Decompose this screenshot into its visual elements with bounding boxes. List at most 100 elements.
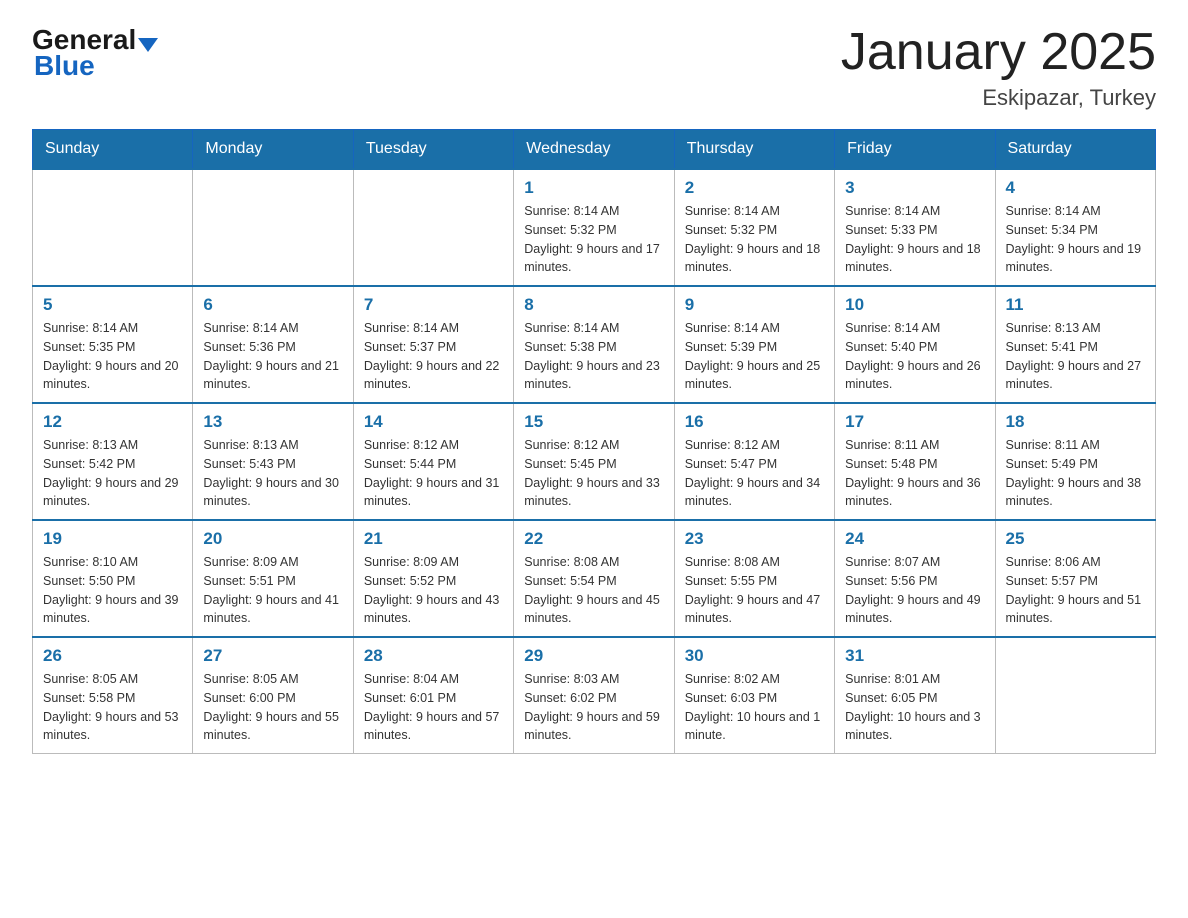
day-info: Sunrise: 8:14 AMSunset: 5:32 PMDaylight:…	[524, 202, 663, 277]
sunrise-text: Sunrise: 8:12 AM	[364, 436, 503, 455]
sunset-text: Sunset: 5:32 PM	[685, 221, 824, 240]
sunset-text: Sunset: 5:56 PM	[845, 572, 984, 591]
calendar-cell: 16Sunrise: 8:12 AMSunset: 5:47 PMDayligh…	[674, 403, 834, 520]
daylight-text: Daylight: 9 hours and 22 minutes.	[364, 357, 503, 395]
sunset-text: Sunset: 6:00 PM	[203, 689, 342, 708]
day-number: 28	[364, 646, 503, 666]
calendar-cell: 3Sunrise: 8:14 AMSunset: 5:33 PMDaylight…	[835, 169, 995, 286]
sunset-text: Sunset: 5:49 PM	[1006, 455, 1145, 474]
daylight-text: Daylight: 9 hours and 41 minutes.	[203, 591, 342, 629]
calendar-week-5: 26Sunrise: 8:05 AMSunset: 5:58 PMDayligh…	[33, 637, 1156, 754]
day-info: Sunrise: 8:04 AMSunset: 6:01 PMDaylight:…	[364, 670, 503, 745]
sunrise-text: Sunrise: 8:14 AM	[685, 202, 824, 221]
day-info: Sunrise: 8:14 AMSunset: 5:40 PMDaylight:…	[845, 319, 984, 394]
calendar-cell: 8Sunrise: 8:14 AMSunset: 5:38 PMDaylight…	[514, 286, 674, 403]
calendar-cell: 15Sunrise: 8:12 AMSunset: 5:45 PMDayligh…	[514, 403, 674, 520]
calendar-cell: 12Sunrise: 8:13 AMSunset: 5:42 PMDayligh…	[33, 403, 193, 520]
calendar-cell: 31Sunrise: 8:01 AMSunset: 6:05 PMDayligh…	[835, 637, 995, 754]
daylight-text: Daylight: 9 hours and 43 minutes.	[364, 591, 503, 629]
calendar-cell: 1 Sunrise: 8:14 AMSunset: 5:32 PMDaylight…	[514, 169, 674, 286]
sunset-text: Sunset: 5:40 PM	[845, 338, 984, 357]
calendar-cell: 29Sunrise: 8:03 AMSunset: 6:02 PMDayligh…	[514, 637, 674, 754]
day-number: 6	[203, 295, 342, 315]
daylight-text: Daylight: 9 hours and 29 minutes.	[43, 474, 182, 512]
day-number: 22	[524, 529, 663, 549]
calendar-week-3: 12Sunrise: 8:13 AMSunset: 5:42 PMDayligh…	[33, 403, 1156, 520]
sunrise-text: Sunrise: 8:14 AM	[524, 319, 663, 338]
sunrise-text: Sunrise: 8:14 AM	[43, 319, 182, 338]
calendar-cell: 13Sunrise: 8:13 AMSunset: 5:43 PMDayligh…	[193, 403, 353, 520]
calendar-cell: 28 Sunrise: 8:04 AMSunset: 6:01 PMDayligh…	[353, 637, 513, 754]
day-number: 19	[43, 529, 182, 549]
sunset-text: Sunset: 5:39 PM	[685, 338, 824, 357]
day-info: Sunrise: 8:14 AMSunset: 5:37 PMDaylight:…	[364, 319, 503, 394]
day-number: 25	[1006, 529, 1145, 549]
sunset-text: Sunset: 5:47 PM	[685, 455, 824, 474]
calendar-body: 1Sunrise: 8:14 AMSunset: 5:32 PMDaylight…	[33, 169, 1156, 754]
sunset-text: Sunset: 5:32 PM	[524, 221, 663, 240]
day-number: 5	[43, 295, 182, 315]
daylight-text: Daylight: 9 hours and 26 minutes.	[845, 357, 984, 395]
day-info: Sunrise: 8:09 AMSunset: 5:51 PMDaylight:…	[203, 553, 342, 628]
sunset-text: Sunset: 5:36 PM	[203, 338, 342, 357]
daylight-text: Daylight: 9 hours and 57 minutes.	[364, 708, 503, 746]
day-info: Sunrise: 8:08 AMSunset: 5:55 PMDaylight:…	[685, 553, 824, 628]
logo-triangle-icon	[138, 38, 158, 52]
logo: General Blue	[32, 24, 158, 82]
sunset-text: Sunset: 5:37 PM	[364, 338, 503, 357]
calendar-cell: 21Sunrise: 8:09 AMSunset: 5:52 PMDayligh…	[353, 520, 513, 637]
sunrise-text: Sunrise: 8:14 AM	[1006, 202, 1145, 221]
sunrise-text: Sunrise: 8:01 AM	[845, 670, 984, 689]
sunset-text: Sunset: 5:55 PM	[685, 572, 824, 591]
daylight-text: Daylight: 9 hours and 18 minutes.	[845, 240, 984, 278]
sunrise-text: Sunrise: 8:13 AM	[43, 436, 182, 455]
sunset-text: Sunset: 6:02 PM	[524, 689, 663, 708]
daylight-text: Daylight: 10 hours and 1 minute.	[685, 708, 824, 746]
sunset-text: Sunset: 6:03 PM	[685, 689, 824, 708]
sunrise-text: Sunrise: 8:05 AM	[203, 670, 342, 689]
sunrise-text: Sunrise: 8:14 AM	[524, 202, 663, 221]
calendar-week-4: 19Sunrise: 8:10 AMSunset: 5:50 PMDayligh…	[33, 520, 1156, 637]
sunrise-text: Sunrise: 8:14 AM	[685, 319, 824, 338]
day-info: Sunrise: 8:14 AMSunset: 5:32 PMDaylight:…	[685, 202, 824, 277]
calendar-cell: 27Sunrise: 8:05 AMSunset: 6:00 PMDayligh…	[193, 637, 353, 754]
sunset-text: Sunset: 5:44 PM	[364, 455, 503, 474]
day-info: Sunrise: 8:14 AMSunset: 5:38 PMDaylight:…	[524, 319, 663, 394]
calendar-cell	[353, 169, 513, 286]
sunrise-text: Sunrise: 8:06 AM	[1006, 553, 1145, 572]
logo-blue-text: Blue	[34, 50, 95, 82]
day-number: 4	[1006, 178, 1145, 198]
day-info: Sunrise: 8:03 AMSunset: 6:02 PMDaylight:…	[524, 670, 663, 745]
calendar-header: SundayMondayTuesdayWednesdayThursdayFrid…	[33, 130, 1156, 170]
day-number: 15	[524, 412, 663, 432]
weekday-header-saturday: Saturday	[995, 130, 1155, 170]
day-info: Sunrise: 8:12 AMSunset: 5:44 PMDaylight:…	[364, 436, 503, 511]
daylight-text: Daylight: 9 hours and 19 minutes.	[1006, 240, 1145, 278]
sunrise-text: Sunrise: 8:04 AM	[364, 670, 503, 689]
sunrise-text: Sunrise: 8:08 AM	[524, 553, 663, 572]
sunset-text: Sunset: 5:52 PM	[364, 572, 503, 591]
sunrise-text: Sunrise: 8:14 AM	[845, 319, 984, 338]
calendar-cell: 17 Sunrise: 8:11 AMSunset: 5:48 PMDayligh…	[835, 403, 995, 520]
calendar-cell: 4Sunrise: 8:14 AMSunset: 5:34 PMDaylight…	[995, 169, 1155, 286]
calendar-cell: 14 Sunrise: 8:12 AMSunset: 5:44 PMDayligh…	[353, 403, 513, 520]
daylight-text: Daylight: 9 hours and 21 minutes.	[203, 357, 342, 395]
sunset-text: Sunset: 5:45 PM	[524, 455, 663, 474]
day-number: 1	[524, 178, 663, 198]
day-number: 27	[203, 646, 342, 666]
sunrise-text: Sunrise: 8:13 AM	[1006, 319, 1145, 338]
calendar-cell: 24Sunrise: 8:07 AMSunset: 5:56 PMDayligh…	[835, 520, 995, 637]
daylight-text: Daylight: 9 hours and 31 minutes.	[364, 474, 503, 512]
day-info: Sunrise: 8:14 AMSunset: 5:35 PMDaylight:…	[43, 319, 182, 394]
day-info: Sunrise: 8:11 AMSunset: 5:48 PMDaylight:…	[845, 436, 984, 511]
daylight-text: Daylight: 9 hours and 23 minutes.	[524, 357, 663, 395]
day-number: 10	[845, 295, 984, 315]
calendar-cell: 23 Sunrise: 8:08 AMSunset: 5:55 PMDayligh…	[674, 520, 834, 637]
day-info: Sunrise: 8:13 AMSunset: 5:41 PMDaylight:…	[1006, 319, 1145, 394]
sunrise-text: Sunrise: 8:09 AM	[203, 553, 342, 572]
daylight-text: Daylight: 9 hours and 33 minutes.	[524, 474, 663, 512]
day-number: 17	[845, 412, 984, 432]
day-number: 14	[364, 412, 503, 432]
day-number: 23	[685, 529, 824, 549]
day-info: Sunrise: 8:07 AMSunset: 5:56 PMDaylight:…	[845, 553, 984, 628]
